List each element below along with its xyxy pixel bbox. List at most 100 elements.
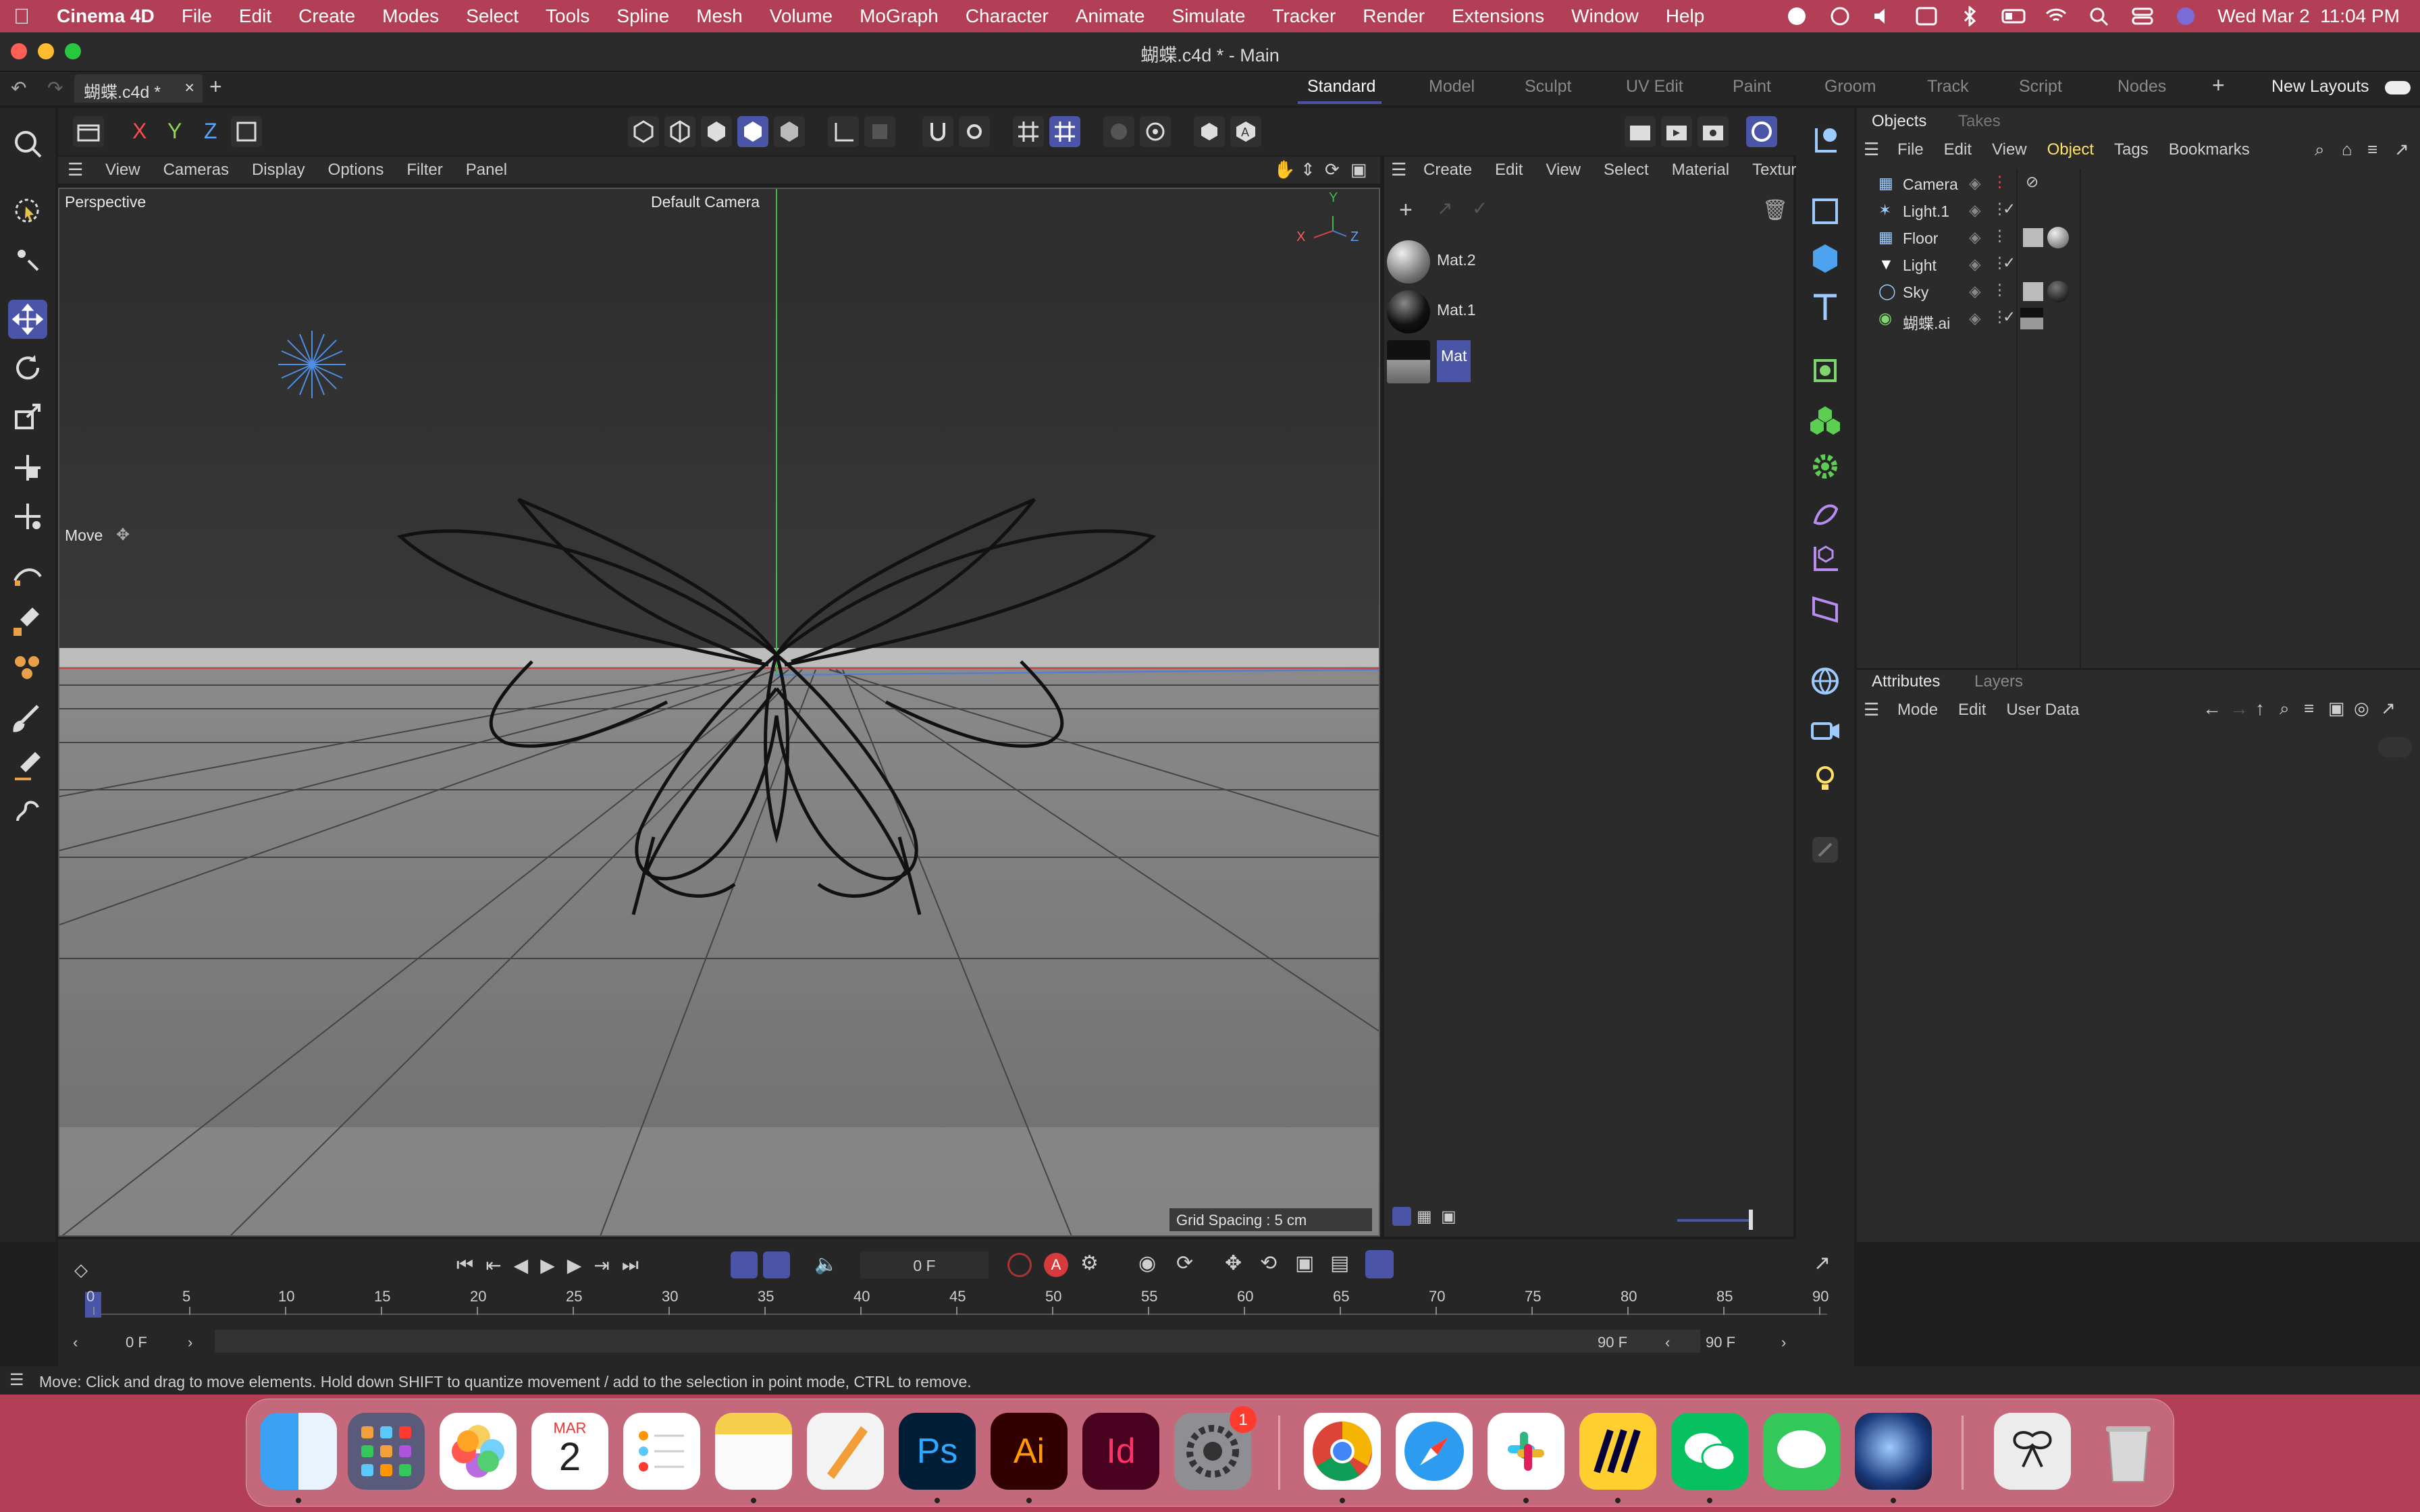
battery-icon[interactable] xyxy=(2001,6,2026,26)
range-start-field[interactable]: 0 F xyxy=(126,1334,147,1351)
search-commands-icon[interactable] xyxy=(8,124,47,163)
visibility-dots[interactable]: ⋮ xyxy=(1992,173,2007,191)
render-to-picture-viewer-icon[interactable] xyxy=(1661,116,1692,147)
rotate-tool-icon[interactable] xyxy=(8,348,47,387)
axis-lock-y[interactable]: Y xyxy=(159,116,190,147)
apple-icon[interactable]:  xyxy=(0,4,43,29)
timeline-expand-icon[interactable]: ↗ xyxy=(1814,1251,1831,1275)
layer-icon[interactable]: ◈ xyxy=(1969,228,1981,246)
knife-tool-icon[interactable] xyxy=(8,745,47,784)
range-end-right-arrow-icon[interactable]: › xyxy=(1781,1334,1786,1351)
polygon-pen-icon[interactable] xyxy=(8,648,47,687)
solo-icon[interactable] xyxy=(1103,116,1134,147)
enabled-check-icon[interactable]: ✓ xyxy=(2003,308,2016,326)
grid-view-icon[interactable]: ▦ xyxy=(1417,1207,1432,1226)
tab-objects[interactable]: Objects xyxy=(1872,112,1926,131)
next-frame-icon[interactable]: ▶ xyxy=(567,1254,582,1276)
brush-tool-icon[interactable] xyxy=(8,699,47,738)
object-row-sky[interactable]: ◯ Sky ◈ ⋮ xyxy=(1857,278,2420,305)
illustrator-icon[interactable]: Ai xyxy=(991,1413,1068,1490)
key-pla-icon[interactable] xyxy=(1365,1250,1394,1278)
tab-takes[interactable]: Takes xyxy=(1958,112,2001,131)
layer-icon[interactable]: ◈ xyxy=(1969,174,1981,192)
material-menu-edit[interactable]: Edit xyxy=(1495,161,1523,180)
forward-arrow-icon[interactable]: → xyxy=(2230,698,2248,720)
tab-attributes[interactable]: Attributes xyxy=(1872,672,1940,691)
generator-icon[interactable] xyxy=(1806,351,1845,390)
protection-tag-icon[interactable]: ⊘ xyxy=(2026,173,2038,191)
material-tag-icon[interactable] xyxy=(2047,227,2069,248)
current-frame-field[interactable]: 0 F xyxy=(860,1251,989,1278)
finder-icon[interactable] xyxy=(260,1413,337,1490)
object-row-light[interactable]: ▼ Light ◈ ⋮ ✓ xyxy=(1857,251,2420,278)
trash-icon[interactable] xyxy=(2090,1413,2167,1490)
menu-edit[interactable]: Edit xyxy=(226,5,285,27)
safari-icon[interactable] xyxy=(1396,1413,1473,1490)
launchpad-icon[interactable] xyxy=(348,1413,425,1490)
polygons-mode-icon[interactable] xyxy=(701,116,732,147)
object-menu-object[interactable]: Object xyxy=(2047,140,2094,159)
menu-file[interactable]: File xyxy=(168,5,226,27)
menubar-clock[interactable]: Wed Mar 2 11:04 PM xyxy=(2217,5,2400,27)
previous-key-icon[interactable]: ⇤ xyxy=(485,1254,501,1276)
menu-tools[interactable]: Tools xyxy=(532,5,603,27)
siri-icon[interactable] xyxy=(2174,6,2197,26)
new-layouts-toggle[interactable] xyxy=(2385,81,2411,94)
viewport-solo-icon[interactable] xyxy=(1194,116,1225,147)
photos-icon[interactable] xyxy=(440,1413,517,1490)
axis-lock-x[interactable]: X xyxy=(124,116,155,147)
bluetooth-icon[interactable] xyxy=(1958,5,1981,28)
up-arrow-icon[interactable]: ↑ xyxy=(2255,698,2265,720)
tab-layers[interactable]: Layers xyxy=(1974,672,2023,691)
calendar-icon[interactable]: MAR 2 xyxy=(531,1413,608,1490)
material-arrow-icon[interactable]: ↗ xyxy=(1437,197,1452,219)
object-hamburger-icon[interactable]: ☰ xyxy=(1864,139,1879,160)
material-picker-icon[interactable]: ✓ xyxy=(1472,197,1488,219)
attribute-toggle[interactable] xyxy=(2378,737,2412,757)
render-view-icon[interactable] xyxy=(1625,116,1656,147)
pages-icon[interactable] xyxy=(807,1413,884,1490)
attribute-hamburger-icon[interactable]: ☰ xyxy=(1864,699,1879,720)
object-row-floor[interactable]: ▦ Floor ◈ ⋮ xyxy=(1857,224,2420,251)
chrome-icon[interactable] xyxy=(1304,1413,1381,1490)
go-to-start-icon[interactable]: ⏮ xyxy=(456,1254,473,1276)
close-tab-icon[interactable]: × xyxy=(184,78,194,98)
object-filter-icon[interactable]: ≡ xyxy=(2367,139,2377,160)
spotlight-search-icon[interactable] xyxy=(2088,6,2111,26)
reminders-icon[interactable] xyxy=(623,1413,700,1490)
bend-deformer-icon[interactable] xyxy=(1806,540,1845,579)
uv-mode-icon[interactable] xyxy=(774,116,805,147)
snapping-icon[interactable] xyxy=(922,116,953,147)
photoshop-icon[interactable]: Ps xyxy=(899,1413,976,1490)
globe-status-icon[interactable] xyxy=(1829,6,1851,26)
move-tool-icon[interactable] xyxy=(8,300,47,339)
object-row-light-1[interactable]: ✶ Light.1 ◈ ⋮ ✓ xyxy=(1857,197,2420,224)
range-left-arrow-icon[interactable]: ‹ xyxy=(73,1334,78,1351)
layout-tab-script[interactable]: Script xyxy=(2019,77,2062,97)
material-size-slider[interactable] xyxy=(1677,1219,1752,1222)
visibility-dots[interactable]: ⋮ xyxy=(1992,281,2007,299)
light-object-icon[interactable] xyxy=(1806,759,1845,798)
viewport-camera-label[interactable]: Default Camera xyxy=(651,193,760,211)
transform-tool-icon[interactable] xyxy=(8,448,47,487)
keyframe-diamond-icon[interactable]: ◇ xyxy=(74,1260,88,1280)
material-hamburger-icon[interactable]: ☰ xyxy=(1391,159,1406,180)
previous-frame-icon[interactable]: ◀ xyxy=(514,1254,529,1276)
document-tab[interactable]: 蝴蝶.c4d * × xyxy=(74,74,203,103)
loop-icon[interactable] xyxy=(731,1251,758,1278)
menu-create[interactable]: Create xyxy=(285,5,369,27)
play-icon[interactable]: ▶ xyxy=(540,1254,555,1276)
range-end-left-arrow-icon[interactable]: ‹ xyxy=(1665,1334,1670,1351)
render-settings-icon[interactable] xyxy=(1698,116,1729,147)
3d-viewport[interactable]: Perspective Default Camera Y X Z Move ✥ … xyxy=(58,188,1380,1237)
indesign-icon[interactable]: Id xyxy=(1082,1413,1159,1490)
messages-icon[interactable] xyxy=(1763,1413,1840,1490)
layout-tab-standard[interactable]: Standard xyxy=(1307,77,1375,97)
volume-builder-icon[interactable] xyxy=(1806,590,1845,629)
autokey-timeline-icon[interactable] xyxy=(763,1251,790,1278)
menu-tracker[interactable]: Tracker xyxy=(1259,5,1349,27)
auto-key-icon[interactable]: A xyxy=(1230,116,1261,147)
layer-icon[interactable]: ◈ xyxy=(1969,201,1981,219)
app-menu[interactable]: Cinema 4D xyxy=(43,5,168,27)
menu-help[interactable]: Help xyxy=(1652,5,1718,27)
